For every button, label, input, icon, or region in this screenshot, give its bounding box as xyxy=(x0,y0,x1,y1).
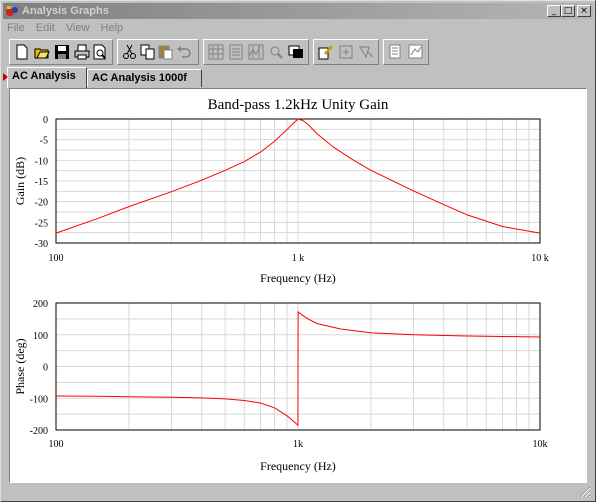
maximize-button[interactable]: □ xyxy=(561,5,575,17)
y-tick-label: 200 xyxy=(33,299,48,310)
menu-bar: File Edit View Help xyxy=(3,20,127,36)
y-tick-label: 0 xyxy=(43,363,48,374)
title-bar[interactable]: Analysis Graphs _ □ × xyxy=(3,3,593,19)
tab-label: AC Analysis 1000f xyxy=(92,72,187,84)
y-axis-label: Gain (dB) xyxy=(13,157,27,205)
y-tick-label: 0 xyxy=(43,115,48,126)
y-tick-label: 100 xyxy=(33,331,48,342)
x-tick-label: 10 k xyxy=(531,253,549,264)
y-tick-label: -25 xyxy=(35,218,48,229)
cut-icon[interactable] xyxy=(120,42,140,62)
close-button[interactable]: × xyxy=(577,5,591,17)
window-title: Analysis Graphs xyxy=(22,5,109,17)
graph-panel[interactable]: 0 -5 -10 -15 -20 -25 -30 100 1 k 10 k Frequency (H… xyxy=(9,88,587,483)
tab-ac-analysis-1000f[interactable]: AC Analysis 1000f xyxy=(87,69,202,87)
y-tick-label: -15 xyxy=(35,177,48,188)
minimize-button[interactable]: _ xyxy=(547,5,561,17)
cursors-icon[interactable] xyxy=(246,42,266,62)
plot-gain: 0 -5 -10 -15 -20 -25 -30100 1 k 10 k Frequency (H… xyxy=(13,97,549,285)
y-tick-label: -200 xyxy=(30,426,48,437)
y-tick-label: -5 xyxy=(40,136,48,147)
app-icon xyxy=(6,6,18,16)
new-icon[interactable] xyxy=(12,42,32,62)
resize-grip-icon[interactable] xyxy=(579,486,591,498)
menu-help[interactable]: Help xyxy=(97,20,128,35)
tab-ac-analysis[interactable]: AC Analysis xyxy=(3,67,87,88)
graph-canvas[interactable]: 0-5-10-15-20-25-30100 1 k 10 kFrequency (H… xyxy=(10,89,586,482)
toolbar-group-edit xyxy=(117,39,199,65)
x-tick-label: 100 xyxy=(49,253,64,264)
save-icon[interactable] xyxy=(52,42,72,62)
x-axis-label: Frequency (Hz) xyxy=(260,459,336,473)
overlay-icon[interactable] xyxy=(406,42,426,62)
x-tick-label: 10k xyxy=(533,439,548,450)
copy-icon[interactable] xyxy=(138,42,158,62)
toolbar-group-view xyxy=(203,39,309,65)
toolbar-group-tools xyxy=(313,39,379,65)
grid-icon[interactable] xyxy=(206,42,226,62)
export-icon[interactable] xyxy=(386,42,406,62)
toolbar-group-file xyxy=(9,39,113,65)
menu-edit[interactable]: Edit xyxy=(32,20,59,35)
active-tab-marker-icon xyxy=(3,73,8,81)
print-icon[interactable] xyxy=(72,42,92,62)
zoom-icon[interactable] xyxy=(266,42,286,62)
undo-icon[interactable] xyxy=(174,42,194,62)
menu-view[interactable]: View xyxy=(62,20,94,35)
chart-title: Band-pass 1.2kHz Unity Gain xyxy=(208,97,389,113)
open-icon[interactable] xyxy=(32,42,52,62)
analysis-graphs-window: Analysis Graphs _ □ × File Edit View Hel… xyxy=(0,0,596,502)
y-tick-label: -100 xyxy=(30,394,48,405)
y-tick-label: -20 xyxy=(35,198,48,209)
x-tick-label: 1k xyxy=(293,439,303,450)
y-tick-label: -30 xyxy=(35,239,48,250)
menu-file[interactable]: File xyxy=(3,20,29,35)
print-preview-icon[interactable] xyxy=(90,42,110,62)
y-axis-label: Phase (deg) xyxy=(13,338,27,394)
plot-phase: 2001000-100-200100 1k 10kFrequency (Hz)Pha… xyxy=(13,299,548,473)
paste-icon[interactable] xyxy=(156,42,176,62)
x-tick-label: 100 xyxy=(49,439,64,450)
zoom-out-icon[interactable] xyxy=(356,42,376,62)
tab-label: AC Analysis xyxy=(12,70,76,82)
x-axis-label: Frequency (Hz) xyxy=(260,271,336,285)
zoom-in-icon[interactable] xyxy=(336,42,356,62)
y-tick-label: -10 xyxy=(35,156,48,167)
properties-icon[interactable] xyxy=(316,42,336,62)
reverse-colors-icon[interactable] xyxy=(286,42,306,62)
status-bar xyxy=(3,484,593,500)
toolbar-group-export xyxy=(383,39,429,65)
legend-icon[interactable] xyxy=(226,42,246,62)
x-tick-label: 1 k xyxy=(292,253,305,264)
